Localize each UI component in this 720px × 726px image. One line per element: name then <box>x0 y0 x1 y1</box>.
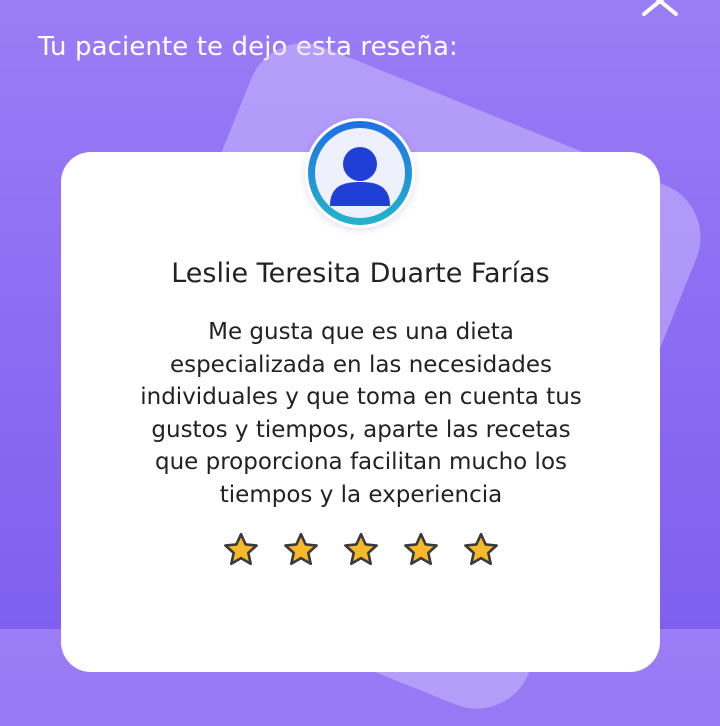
reviewer-name: Leslie Teresita Duarte Farías <box>171 258 550 289</box>
user-avatar-icon <box>330 147 390 206</box>
star-rating <box>222 531 502 569</box>
star-icon <box>222 531 260 569</box>
avatar <box>305 118 415 228</box>
review-text-line: gustos y tiempos, aparte las recetas <box>151 416 571 443</box>
close-button[interactable] <box>638 0 682 16</box>
review-text-line: Me gusta que es una dieta <box>208 319 514 345</box>
review-text-line: que proporciona facilitan mucho los <box>154 449 567 475</box>
header-title: Tu paciente te dejo esta reseña: <box>38 32 458 62</box>
star-icon <box>282 531 320 569</box>
avatar-ring <box>308 121 412 225</box>
avatar-image <box>315 128 405 218</box>
review-text: Me gusta que es una dieta especializada … <box>121 316 601 511</box>
review-text-line: tiempos y la experiencia <box>219 481 503 508</box>
review-text-line: especializada en las necesidades <box>169 351 553 378</box>
review-text-line: individuales y que toma en cuenta tus <box>140 384 582 410</box>
star-icon <box>462 531 500 569</box>
star-icon <box>342 531 380 569</box>
close-icon <box>642 0 678 16</box>
star-icon <box>402 531 440 569</box>
